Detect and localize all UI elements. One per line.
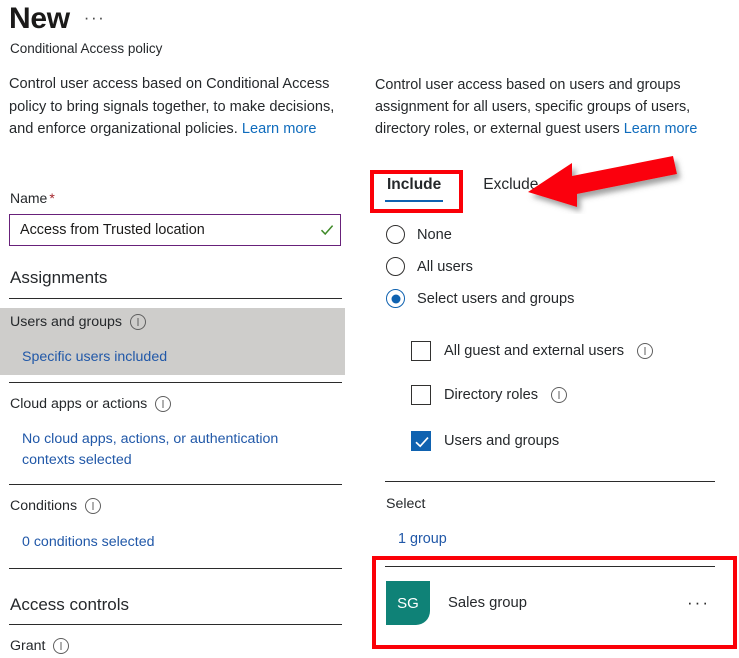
grant-divider [9, 624, 342, 625]
avatar: SG [386, 581, 430, 625]
info-icon[interactable] [129, 314, 146, 330]
selected-group-row[interactable]: SG Sales group ··· [386, 577, 716, 629]
access-controls-heading: Access controls [10, 595, 130, 614]
checkbox-directory-roles-control[interactable] [411, 385, 431, 405]
selected-group-divider [385, 566, 715, 567]
row-more-menu-icon[interactable]: ··· [687, 593, 716, 613]
tab-exclude[interactable]: Exclude [471, 172, 550, 202]
name-label-text: Name [10, 190, 48, 206]
radio-select-users-and-groups[interactable]: Select users and groups [386, 289, 574, 308]
valid-check-icon [314, 222, 340, 238]
header-more-menu-icon[interactable]: ··· [84, 9, 105, 26]
info-icon[interactable] [85, 498, 102, 514]
include-exclude-tabs: Include Exclude [375, 172, 550, 202]
field-value-conditions[interactable]: 0 conditions selected [22, 532, 155, 553]
info-icon[interactable] [551, 387, 568, 403]
checkbox-users-and-groups[interactable]: Users and groups [411, 431, 559, 451]
left-intro-text: Control user access based on Conditional… [9, 73, 349, 141]
selected-group-name: Sales group [448, 595, 527, 611]
cloud-apps-divider [9, 382, 342, 383]
name-field-wrapper[interactable] [9, 214, 341, 246]
name-input[interactable] [10, 216, 314, 244]
info-icon[interactable] [53, 638, 70, 654]
conditions-divider [9, 484, 342, 485]
required-asterisk: * [49, 190, 55, 206]
checkbox-users-and-groups-control[interactable] [411, 431, 431, 451]
checkbox-directory-roles-label: Directory roles [444, 387, 539, 403]
radio-none-control[interactable] [386, 225, 405, 244]
checkbox-all-guest-and-external-users-control[interactable] [411, 341, 431, 361]
checkbox-users-and-groups-label: Users and groups [444, 433, 560, 449]
field-label-conditions: Conditions [10, 498, 102, 514]
left-learn-more-link[interactable]: Learn more [242, 121, 317, 137]
field-label-grant-text: Grant [10, 638, 46, 654]
select-section-divider [385, 481, 715, 482]
right-learn-more-link[interactable]: Learn more [624, 121, 698, 137]
field-label-users-and-groups-text: Users and groups [10, 314, 122, 330]
field-label-conditions-text: Conditions [10, 498, 78, 514]
info-icon[interactable] [155, 396, 172, 412]
radio-select-users-and-groups-control[interactable] [386, 289, 405, 308]
assignments-heading: Assignments [10, 268, 108, 287]
tab-include[interactable]: Include [375, 172, 453, 202]
name-label: Name * [10, 190, 55, 206]
conditional-access-policy-screen: New ··· Conditional Access policy Contro… [0, 0, 739, 658]
policy-form-panel: New ··· Conditional Access policy Contro… [0, 0, 370, 658]
radio-none[interactable]: None [386, 225, 452, 244]
info-icon[interactable] [637, 343, 654, 359]
page-subtitle: Conditional Access policy [10, 41, 163, 56]
assignments-divider [9, 298, 342, 299]
checkbox-directory-roles[interactable]: Directory roles [411, 385, 568, 405]
radio-none-label: None [417, 226, 452, 243]
field-label-cloud-apps: Cloud apps or actions [10, 396, 172, 412]
radio-all-users-control[interactable] [386, 257, 405, 276]
users-and-groups-panel: Control user access based on users and g… [370, 0, 739, 658]
field-label-cloud-apps-text: Cloud apps or actions [10, 396, 148, 412]
radio-select-users-and-groups-label: Select users and groups [417, 290, 575, 307]
field-label-users-and-groups: Users and groups [10, 314, 146, 330]
group-count-link[interactable]: 1 group [398, 531, 447, 547]
radio-all-users[interactable]: All users [386, 257, 473, 276]
right-intro-text: Control user access based on users and g… [375, 74, 727, 140]
select-label: Select [386, 496, 426, 512]
radio-all-users-label: All users [417, 258, 473, 275]
page-title: New [9, 2, 70, 35]
access-controls-top-divider [9, 568, 342, 569]
field-value-cloud-apps[interactable]: No cloud apps, actions, or authenticatio… [22, 429, 332, 471]
page-header: New ··· [9, 2, 105, 36]
checkbox-all-guest-and-external-users[interactable]: All guest and external users [411, 341, 654, 361]
field-value-users-and-groups[interactable]: Specific users included [22, 347, 167, 368]
field-label-grant: Grant [10, 638, 70, 654]
checkbox-all-guest-and-external-users-label: All guest and external users [444, 343, 625, 359]
